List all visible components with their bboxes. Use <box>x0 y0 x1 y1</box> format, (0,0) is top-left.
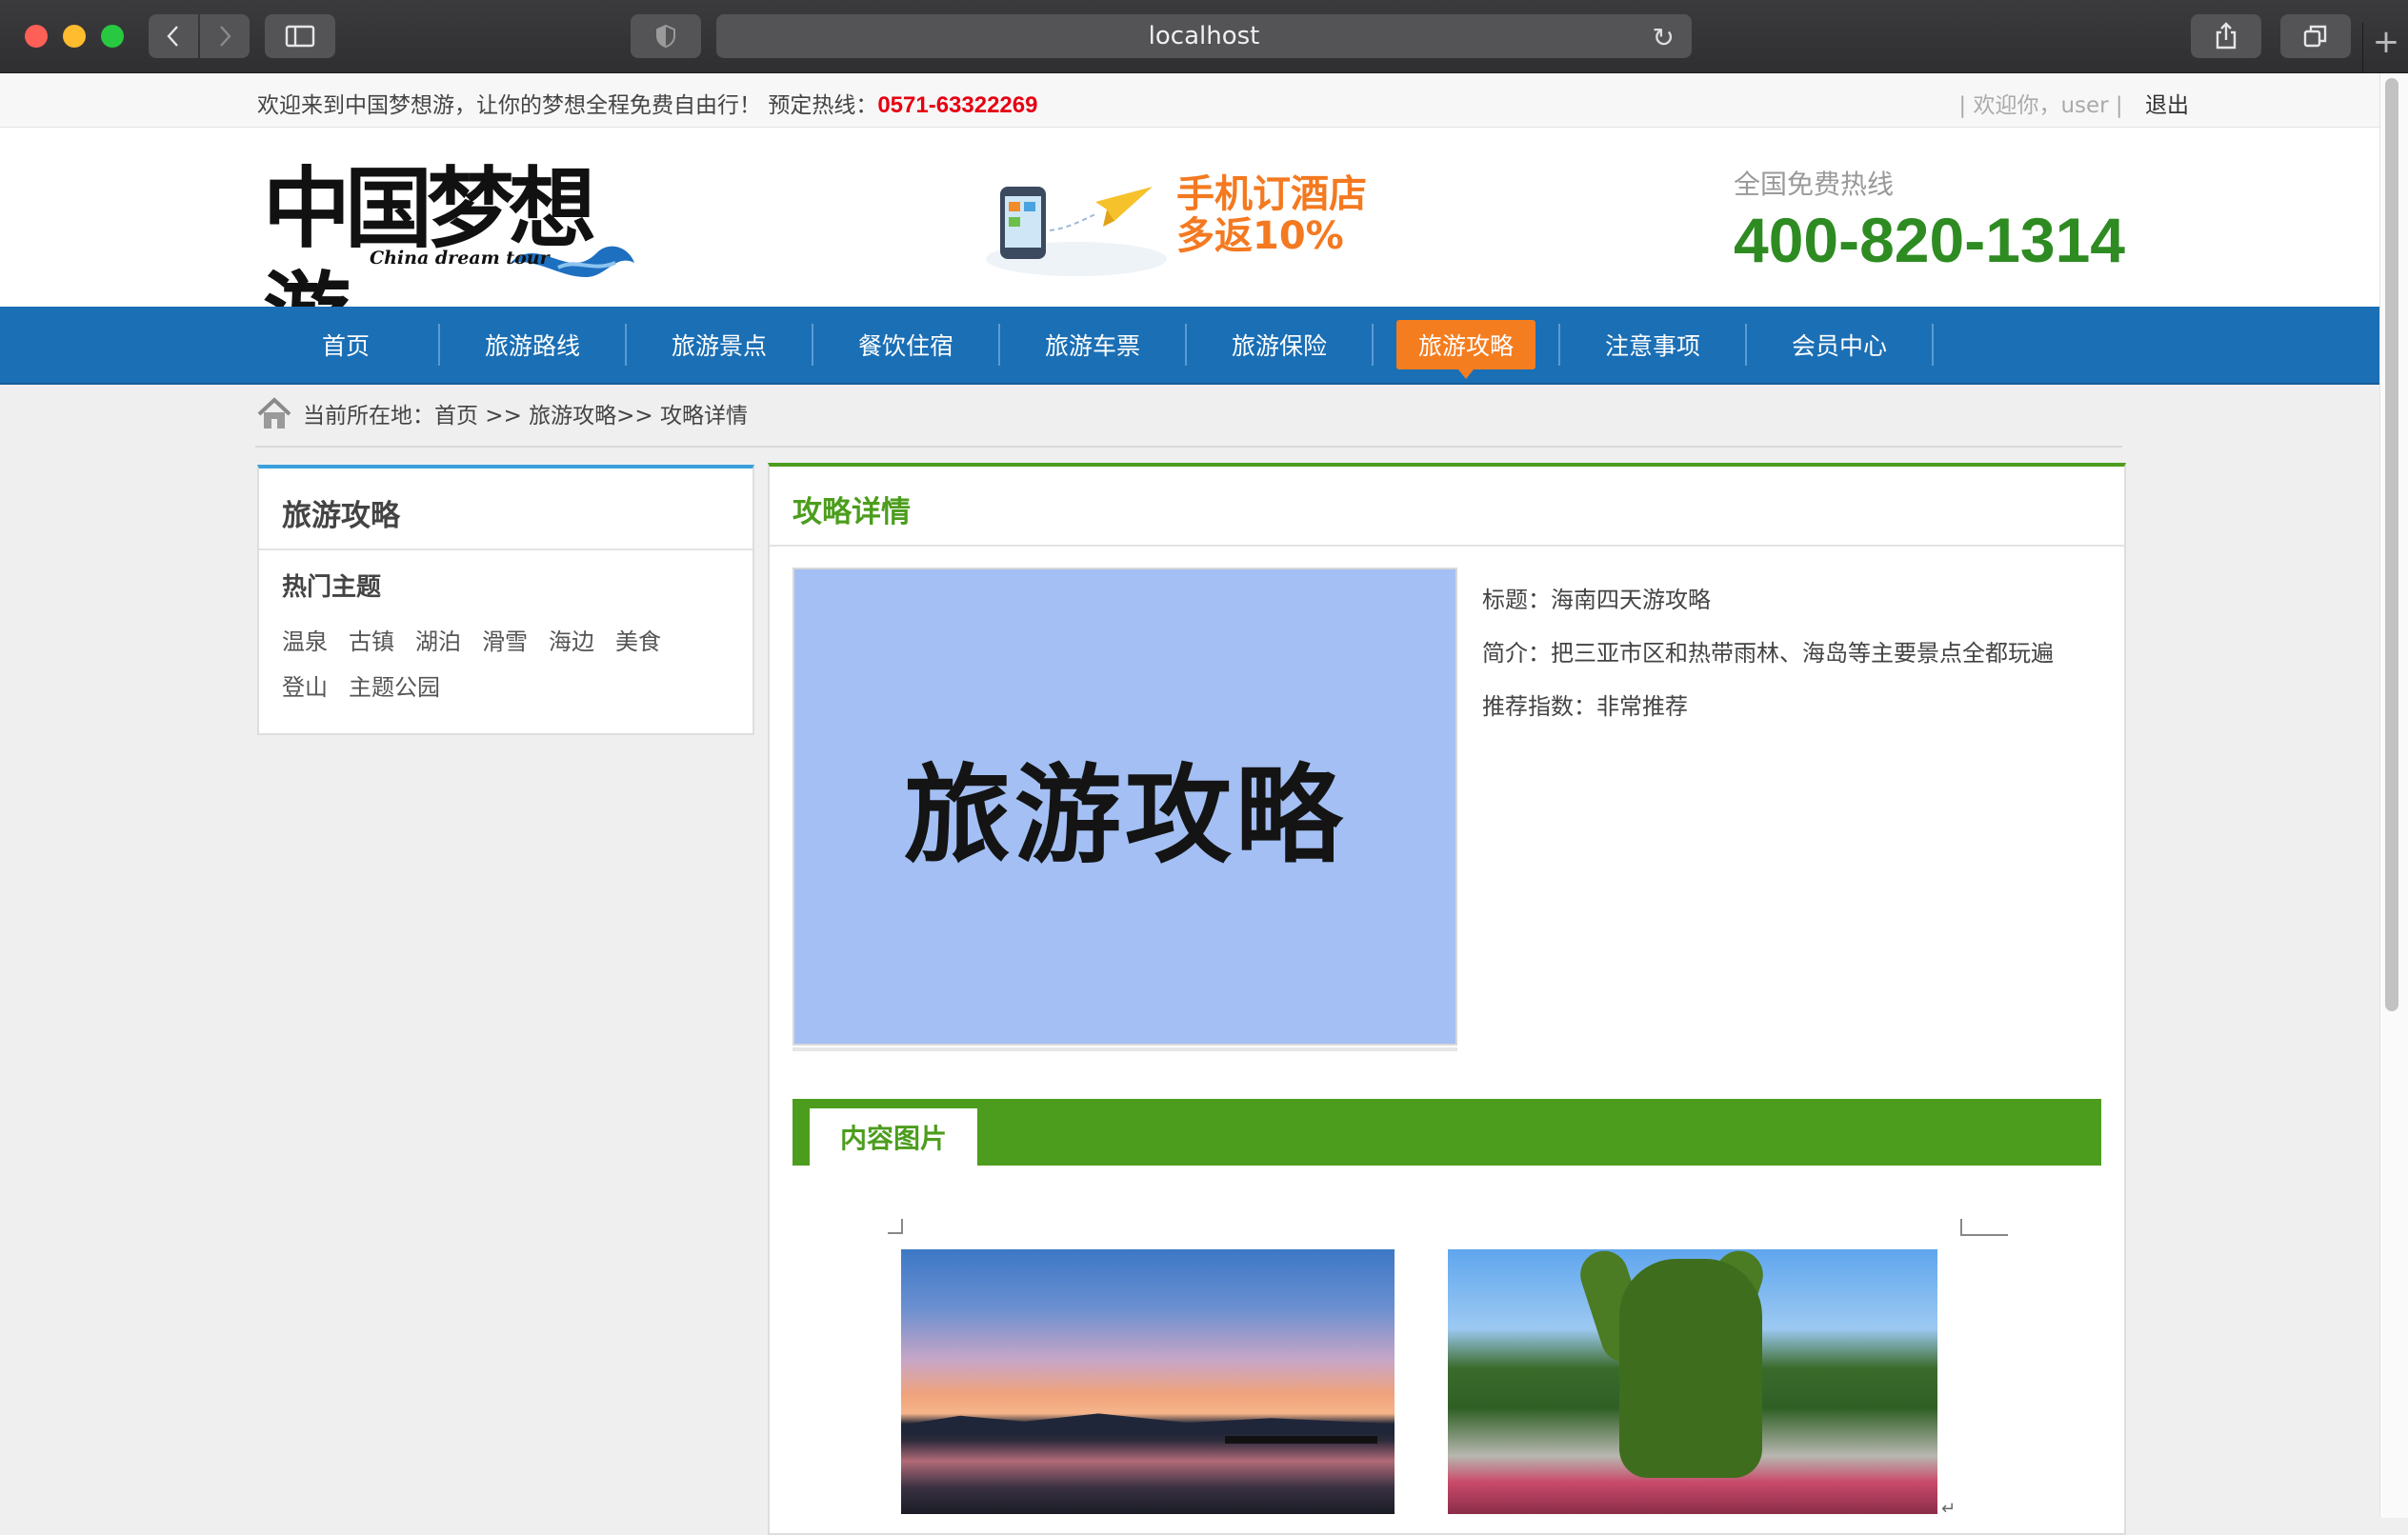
sidebar-icon <box>285 25 315 48</box>
new-tab-button[interactable]: + <box>2362 23 2408 72</box>
guide-cover-image: 旅游攻略 <box>793 568 1457 1046</box>
victory-hand-topiary-photo <box>1448 1249 1937 1514</box>
share-button[interactable] <box>2191 14 2261 58</box>
nav-insurance[interactable]: 旅游保险 <box>1187 320 1372 369</box>
content-images-header: 内容图片 <box>793 1099 2101 1166</box>
mobile-hotel-promo[interactable]: 手机订酒店 多返10% <box>981 173 1381 278</box>
tab-overview-button[interactable] <box>2280 14 2351 58</box>
shield-icon <box>656 24 675 49</box>
site-header: 中国梦想游 China dream tour 手机订酒店 多返10% 全国免费热… <box>0 128 2379 365</box>
chevron-right-icon <box>220 26 231 47</box>
sunset-beach-photo <box>901 1249 1395 1514</box>
topic-tag[interactable]: 美食 <box>615 619 661 665</box>
promo-text: 手机订酒店 多返10% <box>1176 172 1367 258</box>
nav-tickets[interactable]: 旅游车票 <box>1000 320 1185 369</box>
guide-intro-field: 简介：把三亚市区和热带雨林、海岛等主要景点全都玩遍 <box>1482 640 2054 667</box>
share-icon <box>2216 22 2237 50</box>
topic-tag[interactable]: 温泉 <box>282 619 328 665</box>
nav-notices[interactable]: 注意事项 <box>1560 320 1745 369</box>
tabs-icon <box>2303 25 2327 48</box>
browser-toolbar: localhost ↻ + <box>0 0 2408 73</box>
topic-tag[interactable]: 湖泊 <box>415 619 461 665</box>
nav-member-center[interactable]: 会员中心 <box>1747 320 1932 369</box>
breadcrumb-text: 当前所在地：首页 >> 旅游攻略>> 攻略详情 <box>303 404 749 429</box>
sidebar-title: 旅游攻略 <box>282 499 400 533</box>
address-bar[interactable]: localhost ↻ <box>716 14 1692 58</box>
user-greeting: | 欢迎你，user | <box>1958 93 2123 118</box>
welcome-text: 欢迎来到中国梦想游，让你的梦想全程免费自由行！ <box>257 93 761 118</box>
topic-tag[interactable]: 主题公园 <box>349 665 440 710</box>
cover-text: 旅游攻略 <box>904 753 1346 878</box>
logo-subtitle: China dream tour <box>370 248 550 269</box>
scrollbar-thumb[interactable] <box>2385 78 2398 1011</box>
guide-title-field: 标题：海南四天游攻略 <box>1482 587 1711 613</box>
breadcrumb: 当前所在地：首页 >> 旅游攻略>> 攻略详情 <box>255 392 748 434</box>
sidebar-toggle-button[interactable] <box>265 14 335 58</box>
free-hotline: 全国免费热线 400-820-1314 <box>1734 164 2125 274</box>
nav-home[interactable]: 首页 <box>253 320 438 369</box>
topic-tag[interactable]: 滑雪 <box>482 619 528 665</box>
booking-hotline-number: 0571-63322269 <box>877 92 1038 118</box>
breadcrumb-divider <box>255 446 2122 448</box>
nav-dining-lodging[interactable]: 餐饮住宿 <box>813 320 998 369</box>
guide-rating-field: 推荐指数：非常推荐 <box>1482 693 1688 720</box>
paragraph-mark-icon: ↵ <box>1941 1499 1956 1519</box>
guide-detail-panel: 攻略详情 旅游攻略 标题：海南四天游攻略 简介：把三亚市区和热带雨林、海岛等主要… <box>768 463 2126 1535</box>
nav-attractions[interactable]: 旅游景点 <box>627 320 812 369</box>
close-window-button[interactable] <box>25 25 48 48</box>
free-hotline-number: 400-820-1314 <box>1734 205 2126 275</box>
hotline-label: 预定热线： <box>768 93 878 118</box>
site-topbar: 欢迎来到中国梦想游，让你的梦想全程免费自由行！ 预定热线：0571-633222… <box>0 73 2379 128</box>
nav-routes[interactable]: 旅游路线 <box>440 320 625 369</box>
topic-tag[interactable]: 古镇 <box>349 619 394 665</box>
topic-tag[interactable]: 海边 <box>549 619 594 665</box>
editor-corner-mark <box>888 1219 903 1234</box>
privacy-report-button[interactable] <box>631 14 701 58</box>
logout-link[interactable]: 退出 <box>2145 93 2189 118</box>
forward-button[interactable] <box>200 14 250 58</box>
hot-topics-heading: 热门主题 <box>282 573 382 602</box>
home-icon <box>257 397 291 429</box>
nav-guides[interactable]: 旅游攻略 <box>1396 320 1535 379</box>
main-navigation: 首页 旅游路线 旅游景点 餐饮住宿 旅游车票 旅游保险 旅游攻略 注意事项 会员… <box>0 307 2379 385</box>
zoom-window-button[interactable] <box>101 25 124 48</box>
sidebar-panel: 旅游攻略 热门主题 温泉 古镇 湖泊 滑雪 海边 美食登山 主题公园 <box>257 465 754 735</box>
back-button[interactable] <box>149 14 198 58</box>
chevron-left-icon <box>167 26 178 47</box>
content-images-tab[interactable]: 内容图片 <box>810 1108 977 1166</box>
reload-icon[interactable]: ↻ <box>1653 22 1675 53</box>
guide-info: 标题：海南四天游攻略 简介：把三亚市区和热带雨林、海岛等主要景点全都玩遍 推荐指… <box>1482 573 2054 733</box>
free-hotline-caption: 全国免费热线 <box>1734 169 1895 200</box>
editor-corner-mark <box>1960 1219 2008 1236</box>
phone-plane-icon <box>986 187 1167 276</box>
minimize-window-button[interactable] <box>63 25 86 48</box>
guide-detail-title: 攻略详情 <box>793 495 911 529</box>
topic-tags: 温泉 古镇 湖泊 滑雪 海边 美食登山 主题公园 <box>282 619 739 710</box>
url-text: localhost <box>1148 22 1260 50</box>
site-logo[interactable]: 中国梦想游 China dream tour <box>263 156 644 365</box>
welcome-message: 欢迎来到中国梦想游，让你的梦想全程免费自由行！ 预定热线：0571-633222… <box>257 87 1037 119</box>
topic-tag[interactable]: 登山 <box>282 665 328 710</box>
user-box: | 欢迎你，user | 退出 <box>1958 87 2189 119</box>
